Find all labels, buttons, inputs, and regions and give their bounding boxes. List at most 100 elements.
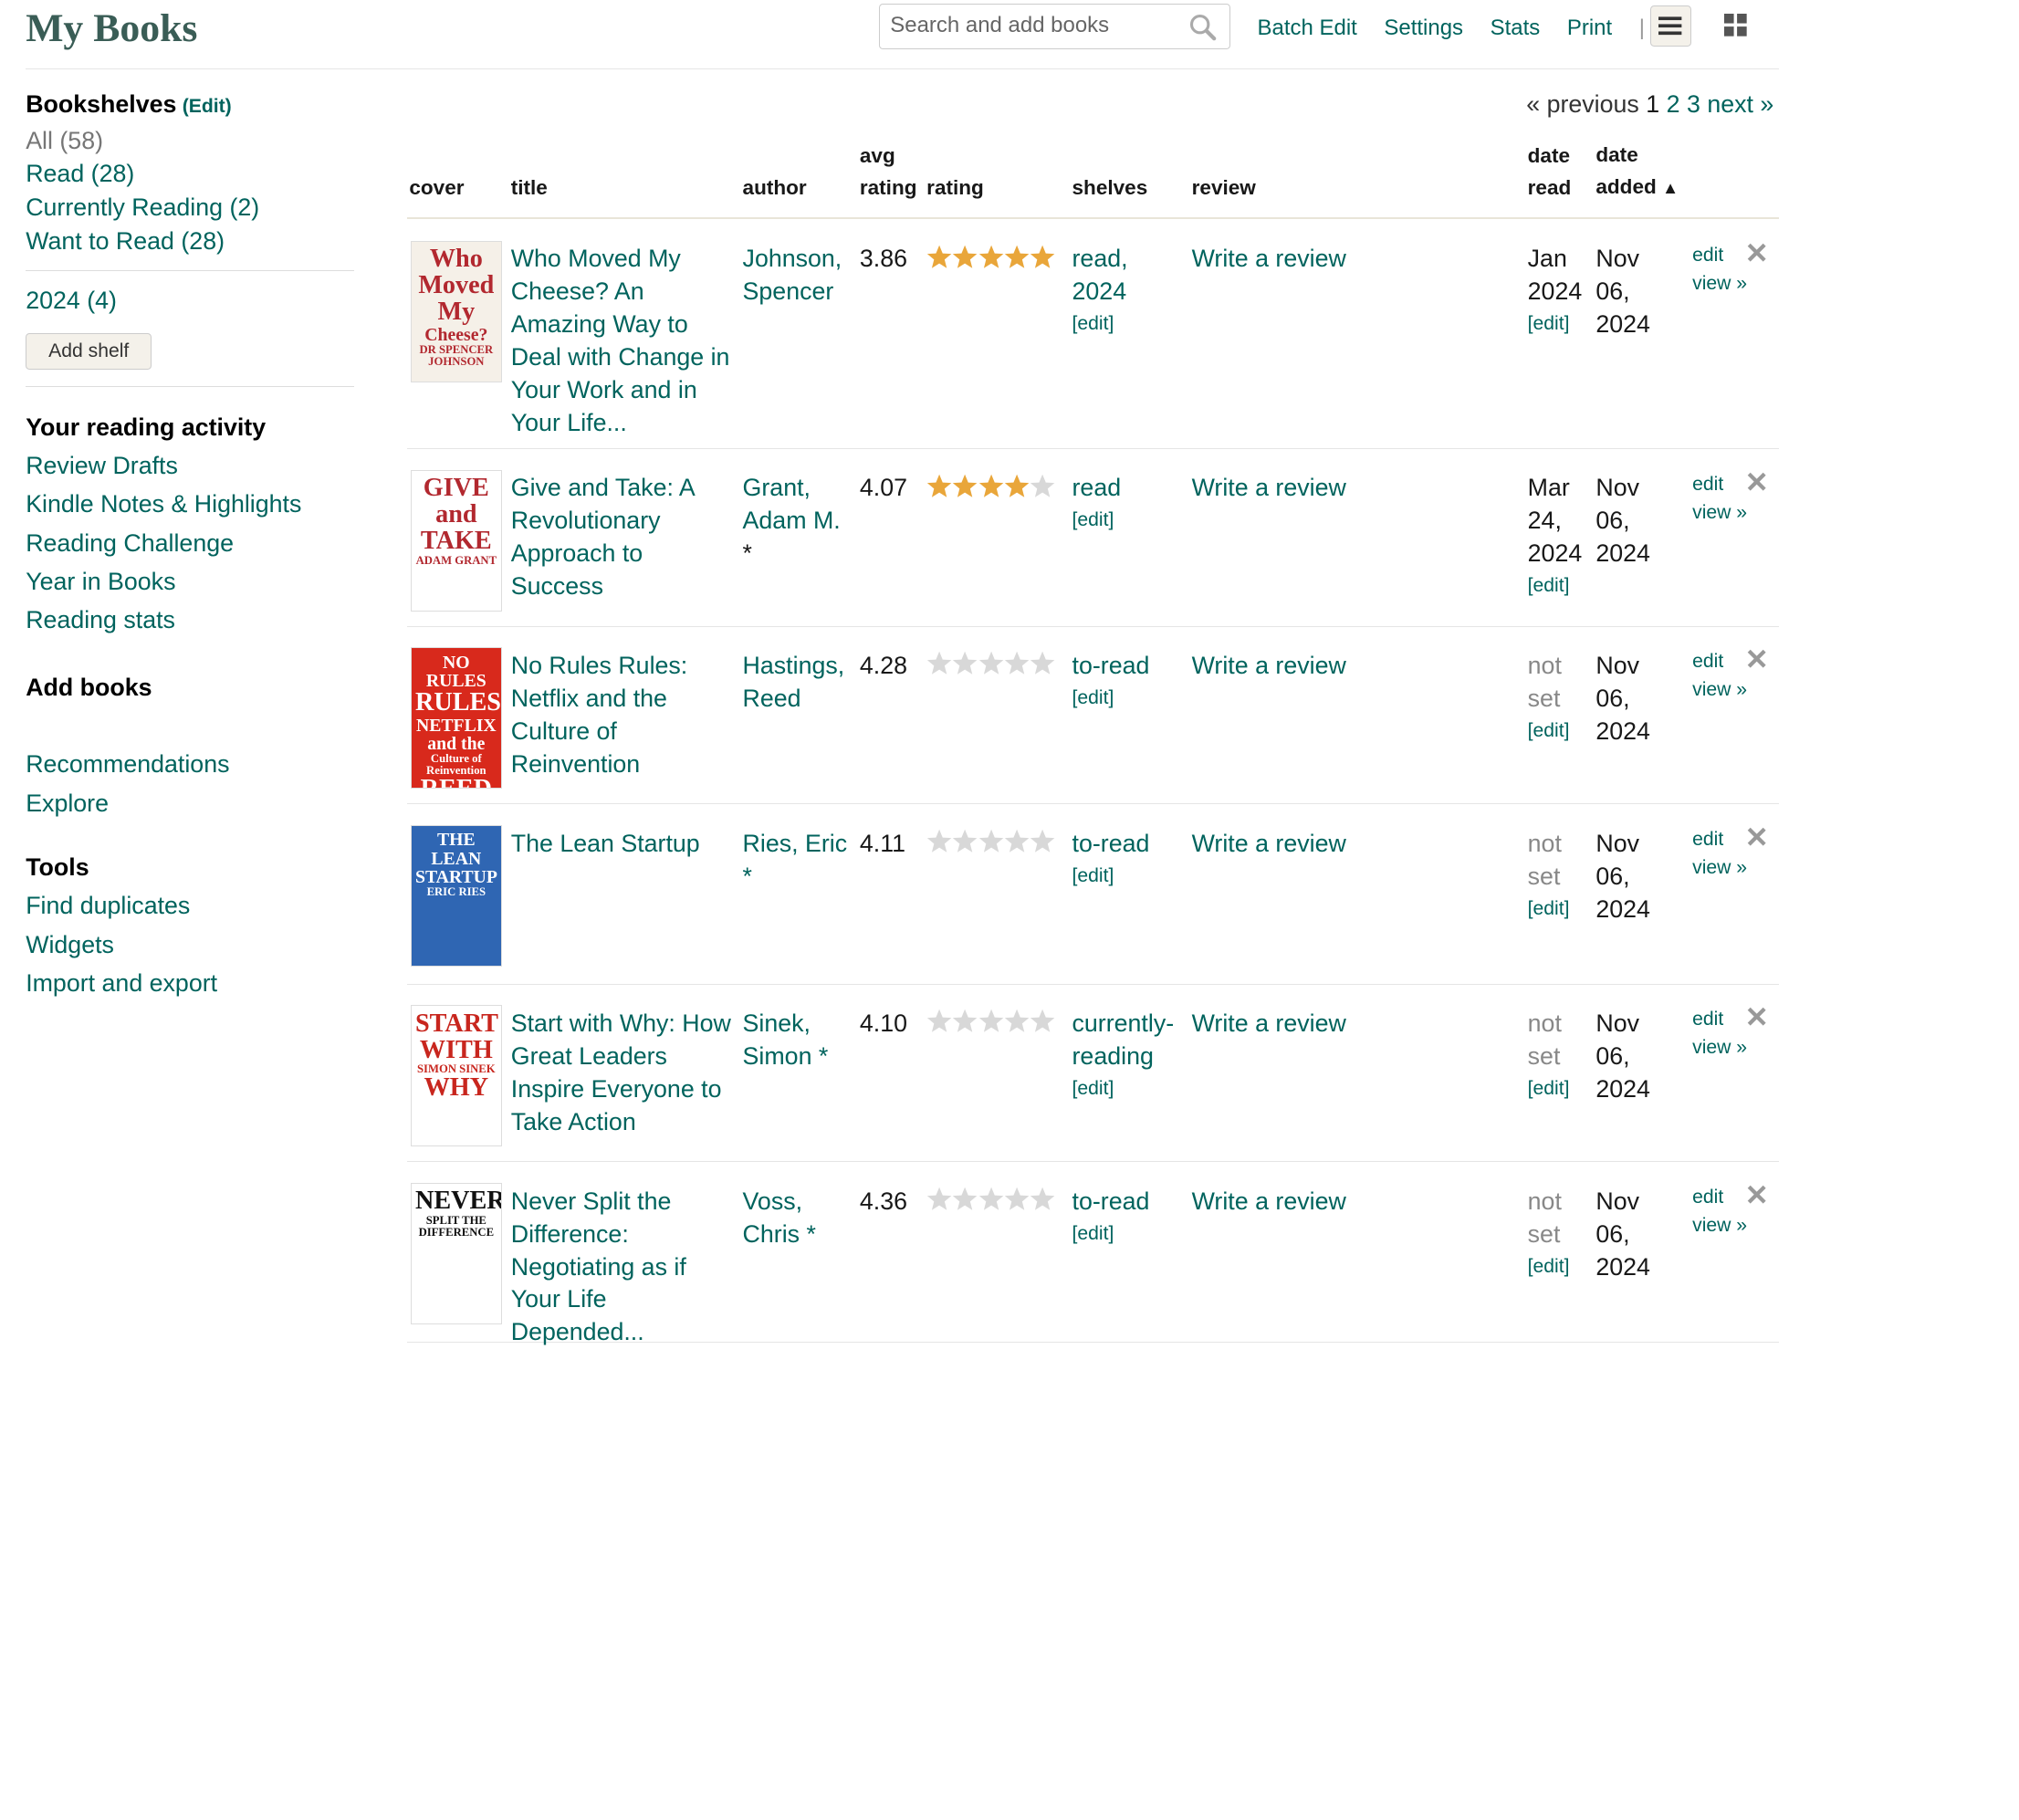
kindle-notes-link[interactable]: Kindle Notes & Highlights (26, 485, 354, 523)
date-read-edit-link[interactable]: [edit] (1528, 1256, 1570, 1277)
book-cover[interactable]: NO RULES RULES NETFLIX and the Culture of Rei… (410, 647, 502, 790)
rating-stars[interactable] (926, 829, 1055, 860)
remove-book-button[interactable] (1745, 1183, 1768, 1206)
col-date-added[interactable]: date added ▲ (1595, 139, 1679, 204)
rating-stars[interactable] (926, 474, 1055, 505)
view-book-link[interactable]: view » (1692, 502, 1747, 523)
shelves-edit-link[interactable]: [edit] (1072, 1223, 1114, 1244)
book-title-link[interactable]: Never Split the Difference: Negotiating … (511, 1186, 738, 1350)
shelf-link[interactable]: read (1072, 472, 1176, 505)
rating-star-icon[interactable] (1004, 651, 1030, 682)
stats-link[interactable]: Stats (1491, 16, 1541, 41)
book-title-link[interactable]: The Lean Startup (511, 828, 738, 861)
date-read-edit-link[interactable]: [edit] (1528, 313, 1570, 334)
reading-challenge-link[interactable]: Reading Challenge (26, 524, 354, 562)
shelves-edit-link[interactable]: [edit] (1072, 1078, 1114, 1099)
edit-book-link[interactable]: edit (1692, 245, 1723, 266)
rating-star-icon[interactable] (1030, 829, 1055, 860)
rating-star-icon[interactable] (952, 245, 978, 276)
rating-star-icon[interactable] (1030, 651, 1055, 682)
view-book-link[interactable]: view » (1692, 679, 1747, 700)
grid-view-button[interactable] (1716, 5, 1757, 47)
edit-book-link[interactable]: edit (1692, 1009, 1723, 1030)
remove-book-button[interactable] (1745, 1005, 1768, 1028)
rating-star-icon[interactable] (952, 1009, 978, 1040)
book-cover[interactable]: GIVE and TAKE ADAM GRANT (410, 469, 502, 612)
author-link[interactable]: Ries, Eric (743, 830, 848, 857)
pager-next[interactable]: next » (1707, 90, 1773, 118)
author-link[interactable]: Sinek, (743, 1009, 811, 1037)
book-title-link[interactable]: Start with Why: How Great Leaders Inspir… (511, 1008, 738, 1139)
author-link[interactable]: Reed (743, 685, 801, 712)
rating-stars[interactable] (926, 245, 1055, 276)
widgets-link[interactable]: Widgets (26, 926, 354, 964)
rating-star-icon[interactable] (978, 1009, 1004, 1040)
rating-star-icon[interactable] (926, 651, 952, 682)
view-book-link[interactable]: view » (1692, 857, 1747, 878)
write-review-link[interactable]: Write a review (1192, 243, 1346, 276)
date-read-edit-link[interactable]: [edit] (1528, 575, 1570, 596)
rating-star-icon[interactable] (978, 245, 1004, 276)
shelf-link[interactable]: reading (1072, 1042, 1154, 1070)
author-link[interactable]: * (743, 863, 752, 890)
shelves-edit-link[interactable]: [edit] (1072, 865, 1114, 886)
author-link[interactable]: Spencer (743, 277, 834, 305)
rating-star-icon[interactable] (926, 474, 952, 505)
author-link[interactable]: Hastings, (743, 652, 845, 679)
search-icon[interactable] (1188, 13, 1217, 47)
remove-book-button[interactable] (1745, 647, 1768, 670)
bookshelves-edit-link[interactable]: (Edit) (183, 96, 232, 117)
shelves-edit-link[interactable]: [edit] (1072, 313, 1114, 334)
pager-page-3[interactable]: 3 (1687, 90, 1700, 118)
rating-star-icon[interactable] (926, 1009, 952, 1040)
add-shelf-button[interactable]: Add shelf (26, 332, 152, 370)
rating-star-icon[interactable] (952, 651, 978, 682)
write-review-link[interactable]: Write a review (1192, 650, 1346, 683)
remove-book-button[interactable] (1745, 241, 1768, 264)
book-title-link[interactable]: No Rules Rules: Netflix and the Culture … (511, 650, 738, 781)
rating-star-icon[interactable] (1030, 1187, 1055, 1218)
shelves-edit-link[interactable]: [edit] (1072, 687, 1114, 708)
book-cover[interactable]: THE LEAN STARTUP ERIC RIES (410, 824, 502, 967)
review-drafts-link[interactable]: Review Drafts (26, 446, 354, 485)
shelf-all[interactable]: All (58) (26, 124, 354, 158)
pager-page-2[interactable]: 2 (1667, 90, 1680, 118)
edit-book-link[interactable]: edit (1692, 651, 1723, 672)
rating-star-icon[interactable] (926, 829, 952, 860)
author-link[interactable]: Adam M. (743, 507, 841, 534)
remove-book-button[interactable] (1745, 470, 1768, 493)
year-in-books-link[interactable]: Year in Books (26, 562, 354, 601)
book-cover[interactable]: START WITH SIMON SINEK WHY (410, 1005, 502, 1147)
write-review-link[interactable]: Write a review (1192, 472, 1346, 505)
recommendations-link[interactable]: Recommendations (26, 745, 354, 783)
book-cover[interactable]: NEVER SPLIT THE DIFFERENCE (410, 1182, 502, 1324)
rating-star-icon[interactable] (1004, 829, 1030, 860)
edit-book-link[interactable]: edit (1692, 474, 1723, 495)
rating-star-icon[interactable] (978, 474, 1004, 505)
shelf-link[interactable]: to-read (1072, 650, 1176, 683)
shelf-read[interactable]: Read (28) (26, 157, 354, 191)
list-view-button[interactable] (1649, 5, 1691, 47)
shelf-2024[interactable]: 2024 (4) (26, 284, 354, 318)
edit-book-link[interactable]: edit (1692, 829, 1723, 850)
book-cover[interactable]: Who Moved My Cheese? DR SPENCER JOHNSON (410, 240, 502, 382)
find-duplicates-link[interactable]: Find duplicates (26, 886, 354, 925)
search-input[interactable] (880, 5, 1177, 47)
rating-star-icon[interactable] (1030, 1009, 1055, 1040)
author-link[interactable]: Simon * (743, 1042, 829, 1070)
rating-star-icon[interactable] (926, 1187, 952, 1218)
date-read-edit-link[interactable]: [edit] (1528, 720, 1570, 741)
import-export-link[interactable]: Import and export (26, 964, 354, 1002)
book-title-link[interactable]: Who Moved My Cheese? An Amazing Way to D… (511, 243, 738, 440)
rating-star-icon[interactable] (978, 651, 1004, 682)
rating-star-icon[interactable] (1004, 474, 1030, 505)
write-review-link[interactable]: Write a review (1192, 1008, 1346, 1041)
rating-star-icon[interactable] (952, 829, 978, 860)
shelf-link[interactable]: currently- (1072, 1009, 1175, 1037)
view-book-link[interactable]: view » (1692, 1037, 1747, 1058)
date-read-edit-link[interactable]: [edit] (1528, 898, 1570, 919)
col-rating[interactable]: rating (926, 172, 984, 204)
rating-star-icon[interactable] (1030, 245, 1055, 276)
print-link[interactable]: Print (1567, 16, 1612, 41)
rating-star-icon[interactable] (952, 1187, 978, 1218)
